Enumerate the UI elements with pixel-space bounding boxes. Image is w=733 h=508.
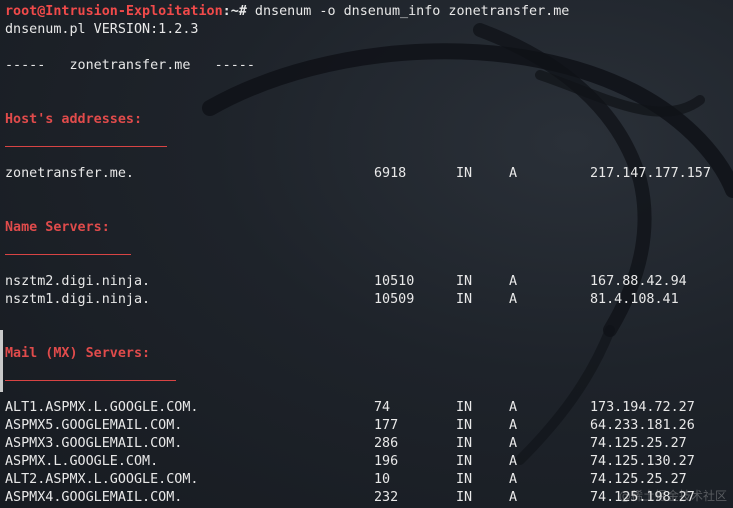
version-line: dnsenum.pl VERSION:1.2.3 — [5, 22, 199, 37]
ns-ttl: 10510 — [374, 274, 415, 289]
prompt-user-host: root@Intrusion-Exploitation — [5, 4, 223, 19]
mx-type: A — [509, 490, 518, 505]
ns-host: nsztm1.digi.ninja. — [5, 292, 151, 307]
section-underline-mx — [5, 380, 176, 381]
host-ip: 217.147.177.157 — [590, 166, 711, 181]
mx-class: IN — [456, 400, 473, 415]
section-underline-ns — [5, 254, 131, 255]
ns-type: A — [509, 274, 518, 289]
host-name: zonetransfer.me. — [5, 166, 134, 181]
mx-host: ASPMX5.GOOGLEMAIL.COM. — [5, 418, 183, 433]
mx-type: A — [509, 436, 518, 451]
mx-class: IN — [456, 490, 473, 505]
mx-ttl: 10 — [374, 472, 391, 487]
mx-class: IN — [456, 454, 473, 469]
section-underline-hosts — [5, 146, 167, 147]
mx-type: A — [509, 454, 518, 469]
mx-ttl: 74 — [374, 400, 391, 415]
domain-banner: ----- zonetransfer.me ----- — [5, 58, 255, 73]
mx-ttl: 177 — [374, 418, 399, 433]
mx-ip: 74.125.25.27 — [590, 436, 687, 451]
scroll-indicator[interactable] — [0, 330, 3, 392]
mx-class: IN — [456, 418, 473, 433]
mx-ttl: 196 — [374, 454, 399, 469]
mx-host: ASPMX3.GOOGLEMAIL.COM. — [5, 436, 183, 451]
mx-ttl: 286 — [374, 436, 399, 451]
command-line[interactable]: root@Intrusion-Exploitation:~# dnsenum -… — [5, 3, 569, 21]
command-text: dnsenum -o dnsenum_info zonetransfer.me — [246, 4, 570, 19]
mx-ip: 64.233.181.26 — [590, 418, 695, 433]
mx-ip: 74.125.130.27 — [590, 454, 695, 469]
ns-class: IN — [456, 274, 473, 289]
mx-host: ASPMX4.GOOGLEMAIL.COM. — [5, 490, 183, 505]
mx-class: IN — [456, 472, 473, 487]
mx-host: ASPMX.L.GOOGLE.COM. — [5, 454, 159, 469]
mx-type: A — [509, 418, 518, 433]
terminal-window[interactable]: root@Intrusion-Exploitation:~# dnsenum -… — [0, 0, 733, 508]
host-class: IN — [456, 166, 473, 181]
ns-ip: 81.4.108.41 — [590, 292, 679, 307]
prompt-path: :~# — [222, 4, 247, 19]
mx-ttl: 232 — [374, 490, 399, 505]
ns-class: IN — [456, 292, 473, 307]
section-title-hosts: Host's addresses: — [5, 112, 143, 127]
host-ttl: 6918 — [374, 166, 407, 181]
ns-host: nsztm2.digi.ninja. — [5, 274, 151, 289]
mx-type: A — [509, 472, 518, 487]
ns-type: A — [509, 292, 518, 307]
ns-ttl: 10509 — [374, 292, 415, 307]
mx-class: IN — [456, 436, 473, 451]
mx-ip: 173.194.72.27 — [590, 400, 695, 415]
section-title-ns: Name Servers: — [5, 220, 110, 235]
mx-type: A — [509, 400, 518, 415]
section-title-mx: Mail (MX) Servers: — [5, 346, 151, 361]
ns-ip: 167.88.42.94 — [590, 274, 687, 289]
host-type: A — [509, 166, 518, 181]
mx-host: ALT2.ASPMX.L.GOOGLE.COM. — [5, 472, 199, 487]
watermark: @稀土掘金技术社区 — [618, 489, 727, 503]
mx-host: ALT1.ASPMX.L.GOOGLE.COM. — [5, 400, 199, 415]
